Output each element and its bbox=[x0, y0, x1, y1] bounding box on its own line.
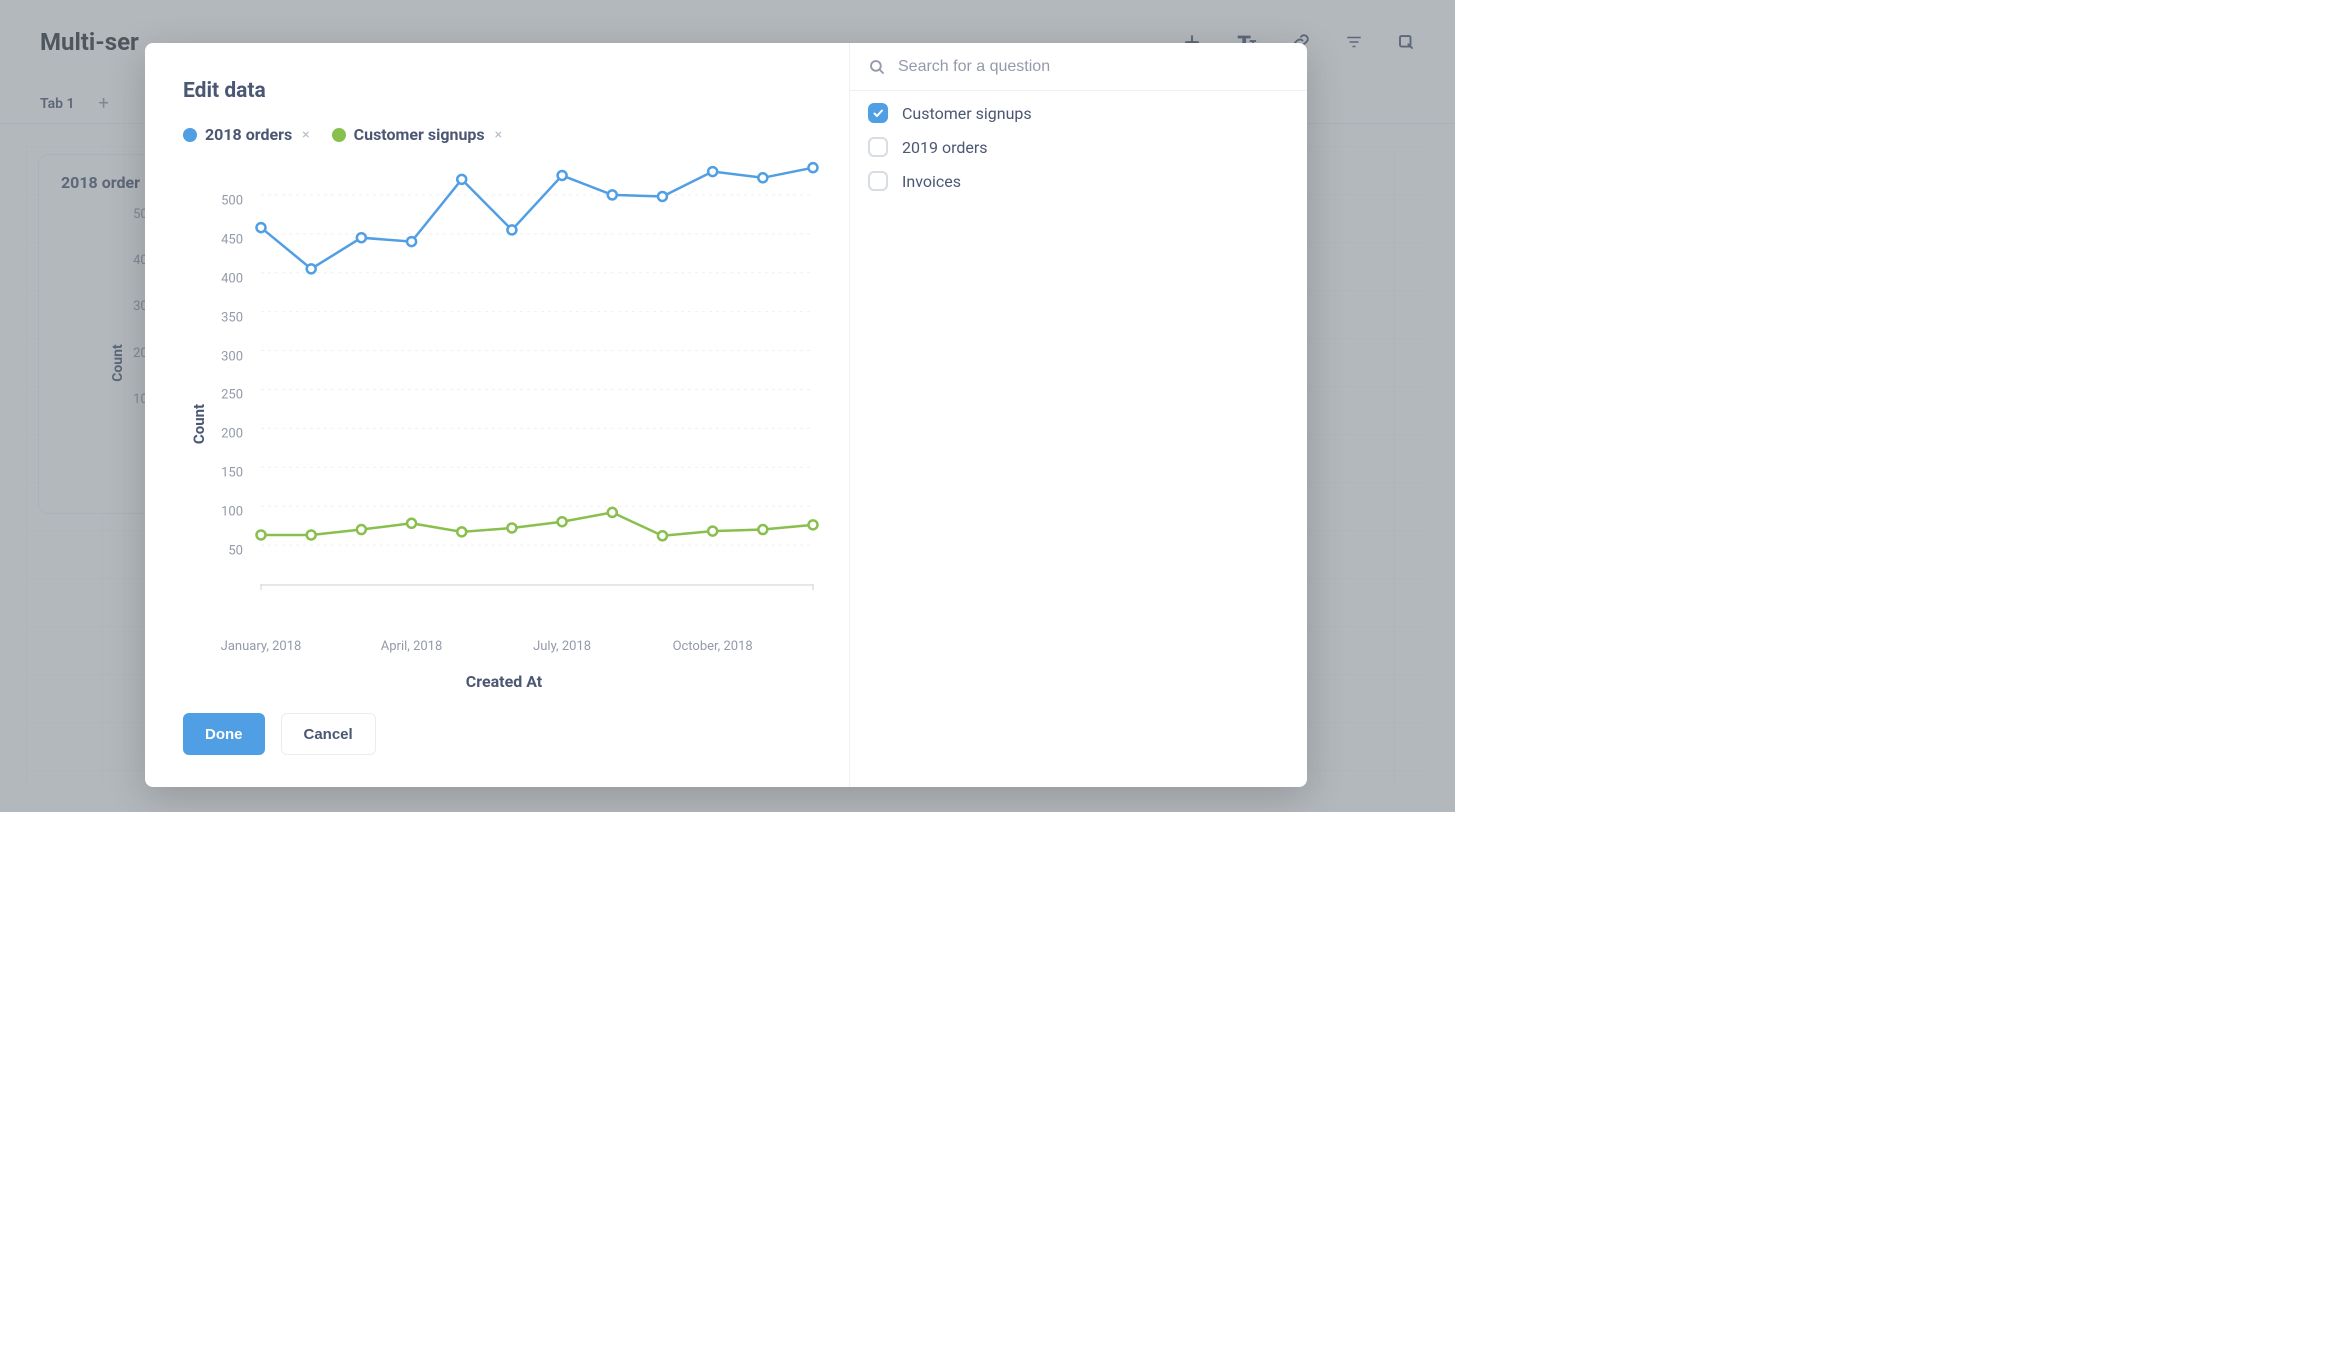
y-tick-label: 350 bbox=[183, 310, 243, 325]
y-tick-label: 400 bbox=[183, 271, 243, 286]
chart-area: Count 50100150200250300350400450500 Janu… bbox=[183, 150, 825, 697]
question-option[interactable]: Invoices bbox=[868, 171, 1289, 191]
legend-item[interactable]: Customer signups × bbox=[332, 125, 512, 144]
x-tick-label: July, 2018 bbox=[533, 639, 591, 654]
legend-dot-icon bbox=[183, 128, 197, 142]
edit-data-modal: Edit data 2018 orders×Customer signups× … bbox=[145, 43, 1307, 787]
done-button[interactable]: Done bbox=[183, 713, 265, 755]
chart-legend: 2018 orders × Customer signups × bbox=[183, 125, 825, 144]
y-tick-label: 250 bbox=[183, 388, 243, 403]
chart-y-ticks: 50 100 150 200 250 300 350 400 450 500 bbox=[183, 156, 243, 631]
legend-dot-icon bbox=[332, 128, 346, 142]
checkbox-unchecked-icon[interactable] bbox=[868, 137, 888, 157]
search-icon bbox=[868, 58, 886, 76]
question-option[interactable]: 2019 orders bbox=[868, 137, 1289, 157]
y-tick-label: 450 bbox=[183, 232, 243, 247]
y-tick-label: 200 bbox=[183, 427, 243, 442]
search-input[interactable] bbox=[896, 57, 1289, 77]
y-tick-label: 150 bbox=[183, 466, 243, 481]
question-options-list: Customer signups 2019 orders Invoices bbox=[850, 91, 1307, 203]
legend-label: 2018 orders bbox=[205, 125, 292, 144]
x-tick-label: January, 2018 bbox=[221, 639, 302, 654]
y-tick-label: 500 bbox=[183, 193, 243, 208]
checkbox-unchecked-icon[interactable] bbox=[868, 171, 888, 191]
chart-x-ticks: January, 2018April, 2018July, 2018Octobe… bbox=[261, 639, 825, 659]
y-tick-label: 100 bbox=[183, 505, 243, 520]
question-option-label: Customer signups bbox=[902, 104, 1032, 123]
checkbox-checked-icon[interactable] bbox=[868, 103, 888, 123]
legend-remove-icon[interactable]: × bbox=[493, 127, 512, 143]
legend-item[interactable]: 2018 orders × bbox=[183, 125, 320, 144]
y-tick-label: 50 bbox=[183, 544, 243, 559]
y-tick-label: 300 bbox=[183, 349, 243, 364]
modal-title: Edit data bbox=[183, 79, 825, 103]
x-tick-label: October, 2018 bbox=[673, 639, 753, 654]
legend-label: Customer signups bbox=[354, 125, 485, 144]
x-tick-label: April, 2018 bbox=[381, 639, 443, 654]
cancel-button[interactable]: Cancel bbox=[281, 713, 376, 755]
line-chart bbox=[183, 150, 823, 650]
question-option[interactable]: Customer signups bbox=[868, 103, 1289, 123]
legend-remove-icon[interactable]: × bbox=[300, 127, 319, 143]
chart-xlabel: Created At bbox=[183, 672, 825, 691]
question-option-label: 2019 orders bbox=[902, 138, 988, 157]
question-option-label: Invoices bbox=[902, 172, 961, 191]
